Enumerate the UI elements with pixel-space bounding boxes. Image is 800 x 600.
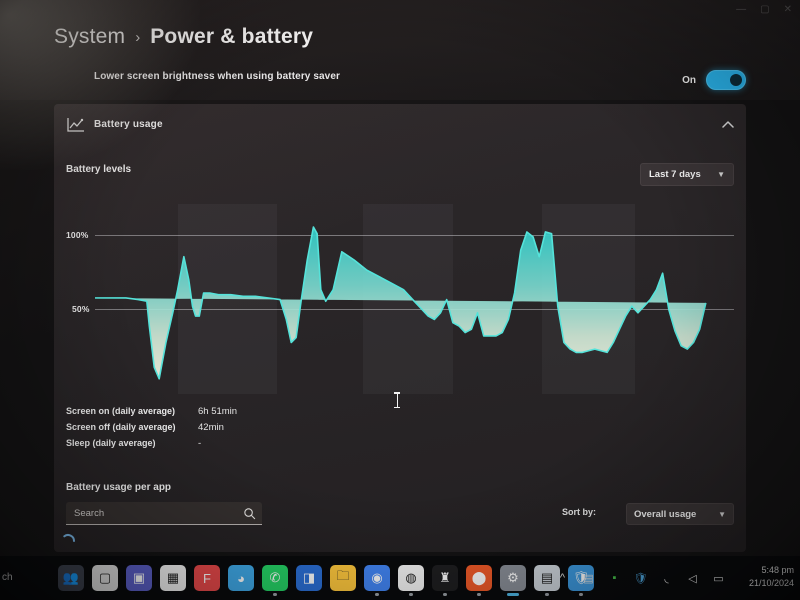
running-indicator: [409, 593, 413, 596]
taskbar-search-text: ch: [2, 571, 13, 583]
stat-label: Screen on (daily average): [66, 406, 176, 416]
loading-spinner: [63, 534, 75, 542]
time-range-dropdown[interactable]: Last 7 days ▼: [640, 163, 734, 186]
breadcrumb: System › Power & battery: [54, 25, 313, 49]
taskbar-clock[interactable]: 5:48 pm 21/10/2024: [749, 564, 794, 590]
battery-level-area-plot: [95, 226, 707, 380]
window-header: System › Power & battery — ▢ ✕ Lower scr…: [0, 0, 800, 100]
teams-icon[interactable]: ▣: [126, 565, 152, 591]
stat-label: Screen off (daily average): [66, 422, 176, 432]
stat-value: 42min: [198, 422, 224, 433]
battery-usage-title: Battery usage: [94, 119, 163, 130]
search-input-placeholder: Search: [74, 507, 105, 519]
stat-label: Sleep (daily average): [66, 438, 156, 448]
stat-row: Sleep (daily average) -: [66, 438, 237, 449]
running-indicator: [545, 593, 549, 596]
chevron-up-icon[interactable]: [720, 118, 736, 132]
close-icon[interactable]: ✕: [784, 4, 792, 15]
battery-usage-per-app-title: Battery usage per app: [66, 482, 172, 493]
toggle-knob: [730, 74, 742, 86]
clock-date: 21/10/2024: [748, 578, 794, 588]
running-indicator: [507, 593, 519, 596]
green-tray-icon[interactable]: ▪: [607, 571, 622, 586]
page-title: Power & battery: [150, 25, 314, 48]
minimize-icon[interactable]: —: [736, 4, 746, 15]
window-controls: — ▢ ✕: [736, 4, 792, 15]
stat-value: 6h 51min: [198, 406, 238, 417]
maximize-icon[interactable]: ▢: [760, 4, 769, 15]
chevron-down-icon: ▼: [717, 170, 725, 179]
sort-by-dropdown[interactable]: Overall usage ▼: [626, 503, 734, 525]
google-chrome-icon[interactable]: ◉: [364, 565, 390, 596]
microsoft-edge-icon[interactable]: ◕: [228, 565, 254, 591]
screen: System › Power & battery — ▢ ✕ Lower scr…: [0, 0, 800, 600]
lower-brightness-setting-row: Lower screen brightness when using batte…: [54, 66, 746, 100]
office-icon[interactable]: ◨: [296, 565, 322, 591]
line-chart-icon: [67, 118, 84, 132]
taskbar: ch 👥 ▢ ▣ ▦ F ◕ ✆ ◨ 🗀 ◉ ◍ ♜ ⬤ ⚙ ▤ 🛡 ^ ▤ ▪ 🛡 ◟ ◁ ▭ 5:48 pm 21/1…: [0, 556, 800, 600]
time-range-value: Last 7 days: [649, 169, 701, 180]
lower-brightness-toggle-group: On: [682, 70, 746, 90]
settings-window: System › Power & battery — ▢ ✕ Lower scr…: [0, 0, 800, 556]
microsoft-store-icon[interactable]: ▦: [160, 565, 186, 591]
breadcrumb-system-link[interactable]: System: [54, 25, 125, 49]
task-view-icon[interactable]: ▢: [92, 565, 118, 591]
toggle-state-label: On: [682, 74, 696, 86]
file-explorer-icon[interactable]: 🗀: [330, 565, 356, 591]
lower-brightness-toggle[interactable]: [706, 70, 746, 90]
battery-usage-header[interactable]: Battery usage: [54, 104, 746, 148]
battery-levels-chart: 100% 50%: [66, 194, 734, 402]
stat-row: Screen off (daily average) 42min: [66, 422, 237, 433]
clock-time: 5:48 pm: [761, 565, 794, 575]
y-axis-label-50: 50%: [72, 304, 90, 314]
show-hidden-icons-chevron[interactable]: ^: [555, 571, 570, 586]
stat-value: -: [198, 438, 202, 449]
sort-by-value: Overall usage: [634, 508, 697, 520]
battery-stats: Screen on (daily average) 6h 51min Scree…: [66, 406, 237, 454]
app-search-field[interactable]: Search: [66, 502, 262, 525]
running-indicator: [273, 593, 277, 596]
whatsapp-icon[interactable]: ✆: [262, 565, 288, 596]
running-indicator: [443, 593, 447, 596]
system-tray: ^ ▤ ▪ 🛡 ◟ ◁ ▭: [555, 556, 726, 600]
running-indicator: [375, 593, 379, 596]
canva-icon[interactable]: ◍: [398, 565, 424, 596]
stat-row: Screen on (daily average) 6h 51min: [66, 406, 237, 417]
orange-app-icon[interactable]: ⬤: [466, 565, 492, 596]
battery-levels-title: Battery levels: [66, 164, 132, 175]
onenote-tray-icon[interactable]: ▤: [581, 571, 596, 586]
copilot-people-icon[interactable]: 👥: [58, 565, 84, 591]
taskbar-app-list: 👥 ▢ ▣ ▦ F ◕ ✆ ◨ 🗀 ◉ ◍ ♜ ⬤ ⚙ ▤ 🛡: [58, 556, 594, 600]
running-indicator: [477, 593, 481, 596]
chevron-down-icon: ▼: [718, 509, 726, 519]
taskbar-search[interactable]: ch: [0, 564, 28, 590]
battery-usage-card: Battery usage Battery levels Last 7 days…: [54, 104, 746, 552]
wifi-icon[interactable]: ◟: [659, 571, 674, 586]
y-axis-label-100: 100%: [66, 230, 89, 240]
dark-app-icon[interactable]: ♜: [432, 565, 458, 596]
security-tray-icon[interactable]: 🛡: [633, 571, 648, 586]
volume-icon[interactable]: ◁: [685, 571, 700, 586]
search-icon[interactable]: [243, 507, 256, 520]
settings-icon[interactable]: ⚙: [500, 565, 526, 596]
text-cursor-icon: [394, 392, 400, 408]
breadcrumb-separator-icon: ›: [135, 28, 141, 46]
lower-brightness-label: Lower screen brightness when using batte…: [94, 71, 340, 82]
battery-icon[interactable]: ▭: [711, 571, 726, 586]
sort-by-label: Sort by:: [561, 507, 596, 517]
figma-icon[interactable]: F: [194, 565, 220, 591]
